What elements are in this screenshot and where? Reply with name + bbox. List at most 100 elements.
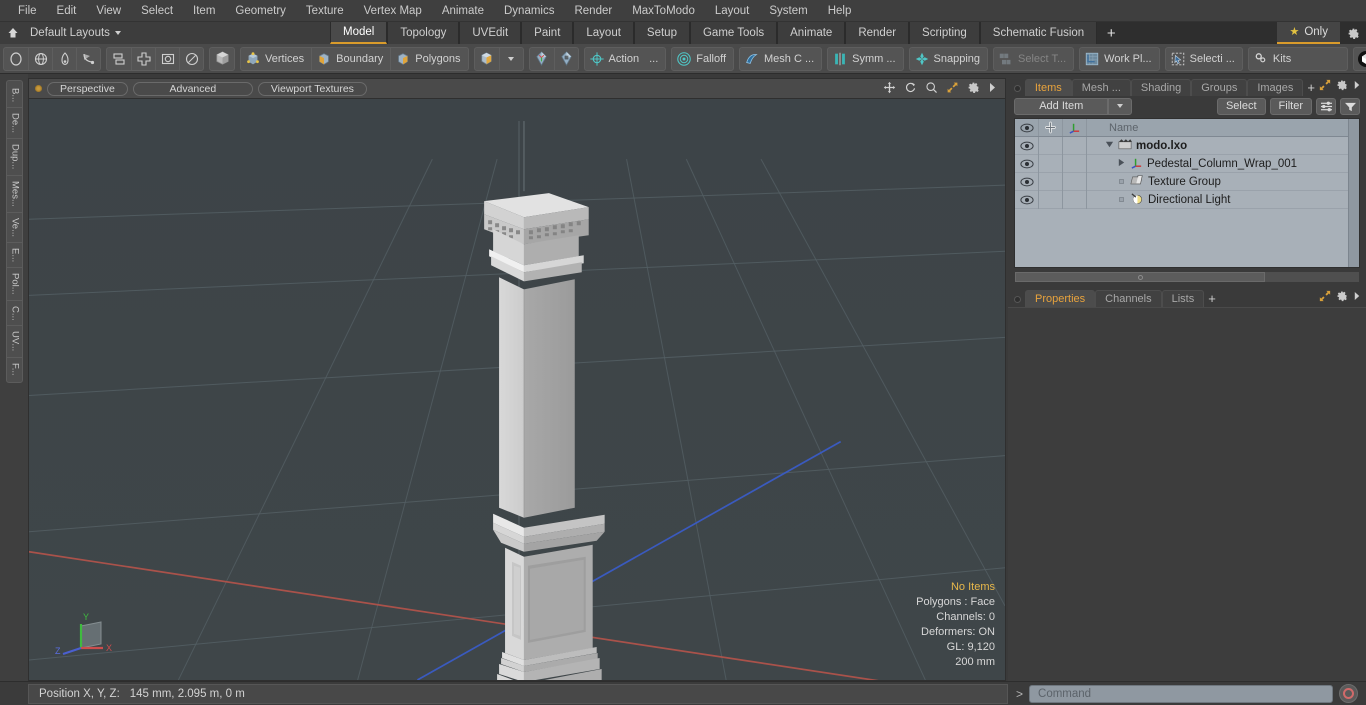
chevron-down-icon[interactable] [498,47,523,70]
cube-icon[interactable] [210,48,234,70]
curve-icon[interactable] [76,47,100,70]
items-list-horizontal-scrollbar[interactable] [1014,271,1360,283]
move-icon[interactable] [883,81,896,97]
selection-set-button[interactable]: Selecti ... [1166,48,1242,70]
menu-item-edit[interactable]: Edit [47,0,87,22]
square-outline-icon[interactable] [155,47,179,70]
tab-render[interactable]: Render [845,22,910,44]
row-visibility-toggle[interactable] [1015,137,1039,155]
menu-item-system[interactable]: System [759,0,817,22]
triangle-right-icon[interactable] [1117,158,1126,170]
filter-button[interactable]: Filter [1269,97,1312,115]
viewport-textures-dropdown[interactable]: Viewport Textures [257,81,367,96]
action-center-button[interactable]: Action ... [585,48,666,70]
vertices-mode-button[interactable]: Vertices [241,48,311,70]
table-row[interactable]: Pedestal_Column_Wrap_001 [1015,154,1359,173]
menu-item-help[interactable]: Help [818,0,862,22]
only-toggle-button[interactable]: ★ Only [1277,22,1340,44]
tab-channels[interactable]: Channels [1095,290,1162,307]
menu-item-geometry[interactable]: Geometry [225,0,296,22]
tab-schematic-fusion[interactable]: Schematic Fusion [979,22,1098,44]
pen-icon[interactable] [52,47,76,70]
sidebar-item-basic[interactable]: B... [6,83,22,109]
tab-items[interactable]: Items [1024,79,1072,96]
select-through-button[interactable]: Select T... [994,48,1073,70]
tab-game-tools[interactable]: Game Tools [689,22,778,44]
expand-icon[interactable] [1319,79,1331,94]
work-plane-button[interactable]: Work Pl... [1080,48,1158,70]
row-visibility-toggle[interactable] [1015,190,1039,209]
boundary-mode-button[interactable]: Boundary [311,47,390,70]
gem-left-icon[interactable] [530,48,554,70]
rotate-icon[interactable] [904,81,917,97]
menu-item-item[interactable]: Item [183,0,225,22]
gear-icon[interactable] [1336,79,1348,94]
menu-item-maxtomodo[interactable]: MaxToModo [622,0,705,22]
zoom-icon[interactable] [925,81,938,97]
add-layout-tab-button[interactable]: + [1097,22,1126,44]
menu-item-vertex-map[interactable]: Vertex Map [354,0,432,22]
table-row[interactable]: Texture Group [1015,172,1359,191]
menu-item-view[interactable]: View [86,0,131,22]
sidebar-item-mesh[interactable]: Mes... [6,176,22,213]
mesh-constraint-button[interactable]: Mesh C ... [740,48,821,70]
menu-item-render[interactable]: Render [564,0,622,22]
triangle-down-icon[interactable] [1105,140,1114,152]
snapping-button[interactable]: Snapping [910,48,988,70]
sidebar-item-polygon[interactable]: Pol... [6,268,22,301]
gear-icon[interactable] [967,81,980,97]
tab-groups[interactable]: Groups [1191,79,1248,96]
tab-properties[interactable]: Properties [1025,290,1096,307]
menu-item-dynamics[interactable]: Dynamics [494,0,564,22]
menu-item-texture[interactable]: Texture [296,0,354,22]
tab-layout[interactable]: Layout [573,22,634,44]
table-row[interactable]: modo.lxo [1015,137,1359,155]
list-options-icon[interactable] [1316,97,1336,115]
sidebar-item-curve[interactable]: C... [6,301,22,327]
center-icon[interactable] [131,47,155,70]
tab-topology[interactable]: Topology [387,22,460,44]
add-panel-tab-button[interactable]: + [1303,79,1319,96]
menu-item-file[interactable]: File [8,0,47,22]
tab-mesh-ops[interactable]: Mesh ... [1071,79,1131,96]
fit-icon[interactable] [946,81,959,97]
record-icon[interactable] [1339,684,1358,703]
chevron-right-icon[interactable] [988,82,997,96]
3d-viewport[interactable]: Y X Z No Items Polygons : Face Channels:… [28,98,1006,681]
panel-menu-dot[interactable] [1014,85,1021,92]
gear-icon[interactable] [1340,22,1366,44]
row-label-scene[interactable]: modo.lxo [1087,138,1359,153]
unity-icon[interactable] [1354,48,1366,70]
row-visibility-toggle[interactable] [1015,172,1039,191]
sidebar-item-duplicate[interactable]: Dup... [6,139,22,176]
chevron-right-icon[interactable] [1353,80,1361,93]
axis-gizmo[interactable]: Y X Z [51,606,121,666]
tab-animate[interactable]: Animate [777,22,846,44]
tab-lists[interactable]: Lists [1161,290,1205,307]
falloff-button[interactable]: Falloff [672,48,733,70]
table-row[interactable]: Directional Light [1015,190,1359,209]
viewport-projection-dropdown[interactable]: Perspective [47,81,128,96]
row-label-texture-group[interactable]: Texture Group [1087,174,1359,189]
symmetry-button[interactable]: Symm ... [828,48,902,70]
menu-item-layout[interactable]: Layout [705,0,760,22]
expand-icon[interactable] [1319,290,1331,305]
sidebar-item-deform[interactable]: De... [6,108,22,140]
tab-images[interactable]: Images [1247,79,1304,96]
circle-icon[interactable] [4,48,28,70]
properties-body[interactable] [1008,307,1366,681]
tab-scripting[interactable]: Scripting [909,22,980,44]
tab-model[interactable]: Model [330,22,388,44]
gem-right-icon[interactable] [553,47,578,70]
add-item-button[interactable]: Add Item [1014,97,1109,115]
row-label-mesh[interactable]: Pedestal_Column_Wrap_001 [1087,156,1359,172]
tab-paint[interactable]: Paint [521,22,574,44]
row-visibility-toggle[interactable] [1015,154,1039,173]
command-input[interactable]: Command [1029,684,1333,703]
home-icon[interactable] [0,22,26,44]
tab-uvedit[interactable]: UVEdit [459,22,522,44]
row-label-directional-light[interactable]: Directional Light [1087,192,1359,208]
default-layouts-dropdown[interactable]: Default Layouts [26,27,121,39]
cube-shaded-icon[interactable] [475,48,499,70]
sidebar-item-uv[interactable]: UV... [6,326,22,358]
